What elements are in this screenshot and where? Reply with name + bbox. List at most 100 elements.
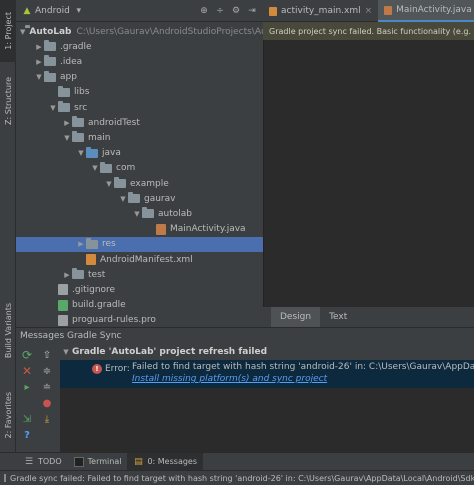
hide-icon[interactable]: ⇥ [247, 6, 257, 16]
favorites-tool-tab-label: 2: Favorites [3, 391, 13, 439]
error-message[interactable]: ! Error: Failed to find target with hash… [60, 360, 474, 388]
tree-item[interactable]: ▶ .gradle [16, 39, 263, 54]
chevron-right-icon[interactable]: ▶ [62, 119, 72, 127]
tree-item-label: .gradle [60, 41, 92, 52]
structure-tool-tab[interactable]: Z: Structure [0, 70, 16, 132]
project-tool-tab[interactable]: 1: Project [0, 0, 16, 62]
messages-list: ▼ Gradle 'AutoLab' project refresh faile… [60, 344, 474, 452]
tree-item[interactable]: ▼ java [16, 146, 263, 161]
chevron-down-icon[interactable]: ▼ [62, 134, 72, 142]
editor-tab-bar: activity_main.xml × MainActivity.java [263, 0, 474, 22]
pin-icon[interactable]: ⇲ [20, 412, 34, 426]
tree-item-label: example [130, 178, 169, 189]
folder-icon [58, 85, 70, 97]
bottom-tool-tabs: ☰ TODO Terminal ▤ 0: Messages [0, 452, 474, 471]
tree-item[interactable]: ▼ gaurav [16, 191, 263, 206]
project-tool-tab-label: 1: Project [3, 12, 13, 50]
chevron-down-icon[interactable]: ▼ [48, 104, 58, 112]
chevron-down-icon[interactable]: ▼ [60, 348, 72, 356]
layout-editor-tabs: Design Text [263, 307, 474, 327]
expand-all-icon[interactable]: ≑ [40, 364, 54, 378]
tree-item[interactable]: ▶ androidTest [16, 115, 263, 130]
tree-item-label: .idea [60, 56, 83, 67]
tree-item[interactable]: AndroidManifest.xml [16, 252, 263, 267]
collapse-all-icon[interactable]: ≐ [40, 380, 54, 394]
chevron-down-icon[interactable]: ▼ [76, 149, 86, 157]
message-group-header[interactable]: ▼ Gradle 'AutoLab' project refresh faile… [60, 344, 474, 360]
export-icon[interactable]: ▸ [20, 380, 34, 394]
xml-file-icon [86, 254, 96, 265]
tree-item[interactable]: build.gradle [16, 298, 263, 313]
tree-item[interactable]: libs [16, 85, 263, 100]
terminal-icon [73, 456, 84, 467]
chevron-down-icon[interactable]: ▼ [118, 195, 128, 203]
project-view-selector[interactable]: ▲ Android ▾ [22, 6, 172, 16]
chevron-right-icon[interactable]: ▶ [34, 43, 44, 51]
messages-panel-title: Messages Gradle Sync [16, 327, 474, 344]
tree-item[interactable]: MainActivity.java [16, 222, 263, 237]
tree-item[interactable]: ▶ res [16, 236, 263, 252]
tree-item-label: proguard-rules.pro [72, 315, 156, 326]
tree-item[interactable]: .gitignore [16, 282, 263, 297]
tab-todo[interactable]: ☰ TODO [18, 453, 68, 471]
tree-item[interactable]: ▼ autolab [16, 206, 263, 221]
chevron-right-icon[interactable]: ▶ [34, 58, 44, 66]
error-filter-icon[interactable]: ● [40, 396, 54, 410]
tree-item[interactable]: proguard-rules.pro [16, 313, 263, 327]
sync-icon[interactable]: ⊕ [199, 6, 209, 16]
tab-terminal[interactable]: Terminal [68, 453, 128, 471]
build-variants-tool-tab[interactable]: Build Variants [0, 298, 16, 364]
tree-item-label: main [88, 132, 111, 143]
left-tool-strip: 1: Project Z: Structure Build Variants 2… [0, 0, 16, 452]
chevron-down-icon[interactable]: ▼ [104, 180, 114, 188]
collapse-icon[interactable]: ÷ [215, 6, 225, 16]
tab-activity-main-xml[interactable]: activity_main.xml × [263, 0, 378, 22]
editor-area[interactable] [263, 40, 474, 307]
android-icon: ▲ [23, 5, 31, 16]
tree-item[interactable]: ▶ test [16, 267, 263, 282]
chevron-right-icon[interactable]: ▶ [76, 240, 86, 248]
tree-item-label: gaurav [144, 193, 176, 204]
favorites-tool-tab[interactable]: 2: Favorites [0, 384, 16, 446]
close-icon[interactable]: ✕ [20, 364, 34, 378]
folder-icon [44, 55, 56, 67]
tree-item-label: libs [74, 87, 90, 98]
help-icon[interactable]: ? [20, 428, 34, 442]
install-platform-link[interactable]: Install missing platform(s) and sync pro… [132, 374, 327, 384]
build-variants-tool-tab-label: Build Variants [3, 303, 13, 359]
chevron-down-icon[interactable]: ▼ [20, 28, 25, 36]
tab-messages[interactable]: ▤ 0: Messages [127, 452, 204, 471]
tab-label: MainActivity.java [396, 5, 472, 15]
tab-label: Design [280, 312, 312, 322]
tree-item-label: java [102, 148, 121, 159]
tree-item[interactable]: ▼ AutoLab C:\Users\Gaurav\AndroidStudioPro… [16, 24, 263, 39]
chevron-down-icon[interactable]: ▼ [90, 164, 100, 172]
java-file-icon [156, 223, 166, 235]
warning-filter-icon[interactable]: ⤓ [40, 412, 54, 426]
tab-main-activity-java[interactable]: MainActivity.java [378, 0, 474, 22]
rerun-icon[interactable]: ⟳ [20, 348, 34, 362]
gear-icon[interactable]: ⚙ [231, 6, 241, 16]
tree-item[interactable]: ▼ example [16, 176, 263, 191]
messages-icon: ▤ [134, 456, 143, 467]
chevron-down-icon[interactable]: ▼ [34, 73, 44, 81]
tool-window-toggle-icon[interactable] [4, 474, 6, 482]
tree-item[interactable]: ▼ com [16, 161, 263, 176]
tab-design[interactable]: Design [271, 307, 321, 327]
chevron-down-icon: ▾ [76, 5, 82, 16]
tree-item-label: MainActivity.java [170, 224, 246, 235]
error-icon: ! [92, 364, 102, 374]
tree-item-label: .gitignore [72, 284, 116, 295]
scroll-up-icon[interactable]: ⇧ [40, 348, 54, 362]
chevron-down-icon[interactable]: ▼ [132, 210, 142, 218]
tree-item[interactable]: ▼ src [16, 100, 263, 115]
xml-file-icon [269, 6, 277, 16]
tab-label: activity_main.xml [281, 6, 361, 16]
tree-item[interactable]: ▶ .idea [16, 54, 263, 69]
tree-item[interactable]: ▼ app [16, 70, 263, 85]
chevron-right-icon[interactable]: ▶ [62, 271, 72, 279]
tree-item-label: res [102, 239, 116, 250]
tab-text[interactable]: Text [320, 307, 356, 327]
close-icon[interactable]: × [365, 6, 373, 16]
tree-item[interactable]: ▼ main [16, 130, 263, 145]
